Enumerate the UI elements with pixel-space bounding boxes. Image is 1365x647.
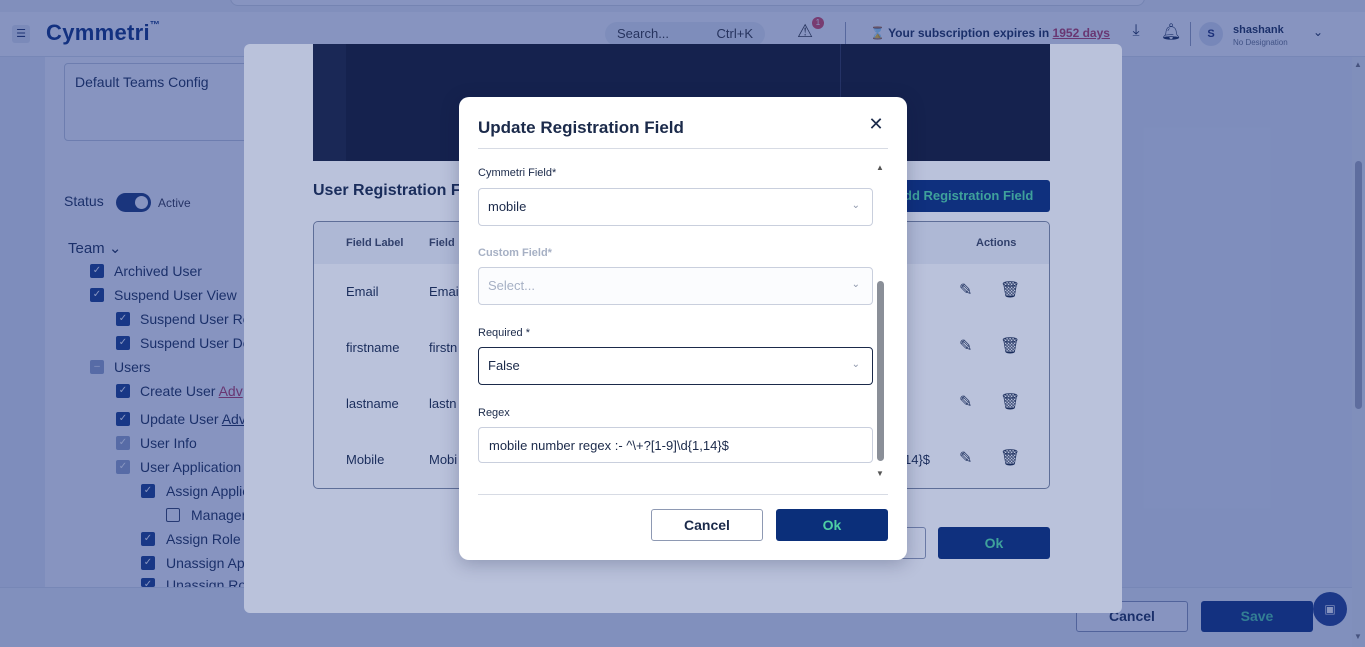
select-value: False bbox=[488, 358, 520, 373]
divider bbox=[478, 148, 888, 149]
close-icon[interactable]: ✕ bbox=[867, 115, 885, 133]
chevron-down-icon: ⌄ bbox=[851, 359, 860, 370]
divider bbox=[478, 494, 888, 495]
regex-input[interactable]: mobile number regex :- ^\+?[1-9]\d{1,14}… bbox=[478, 427, 873, 463]
cancel-button[interactable]: Cancel bbox=[651, 509, 763, 541]
update-registration-field-dialog: Update Registration Field ✕ Cymmetri Fie… bbox=[459, 97, 907, 560]
required-label: Required * bbox=[478, 327, 530, 339]
required-select[interactable]: False ⌄ bbox=[478, 347, 873, 385]
select-placeholder: Select... bbox=[488, 278, 535, 293]
dialog-title: Update Registration Field bbox=[478, 118, 684, 137]
select-value: mobile bbox=[488, 199, 527, 214]
scroll-down-icon[interactable]: ▼ bbox=[876, 469, 884, 478]
cymmetri-field-select[interactable]: mobile ⌄ bbox=[478, 188, 873, 226]
regex-label: Regex bbox=[478, 407, 510, 419]
chevron-down-icon: ⌄ bbox=[851, 279, 860, 290]
dialog-scrollbar[interactable]: ▲ ▼ bbox=[875, 163, 887, 481]
cymmetri-field-label: Cymmetri Field* bbox=[478, 167, 557, 179]
custom-field-label: Custom Field* bbox=[478, 247, 552, 259]
scrollbar-thumb[interactable] bbox=[877, 281, 884, 461]
ok-button[interactable]: Ok bbox=[776, 509, 888, 541]
chevron-down-icon: ⌄ bbox=[851, 200, 860, 211]
scroll-up-icon[interactable]: ▲ bbox=[876, 163, 884, 172]
custom-field-select: Select... ⌄ bbox=[478, 267, 873, 305]
